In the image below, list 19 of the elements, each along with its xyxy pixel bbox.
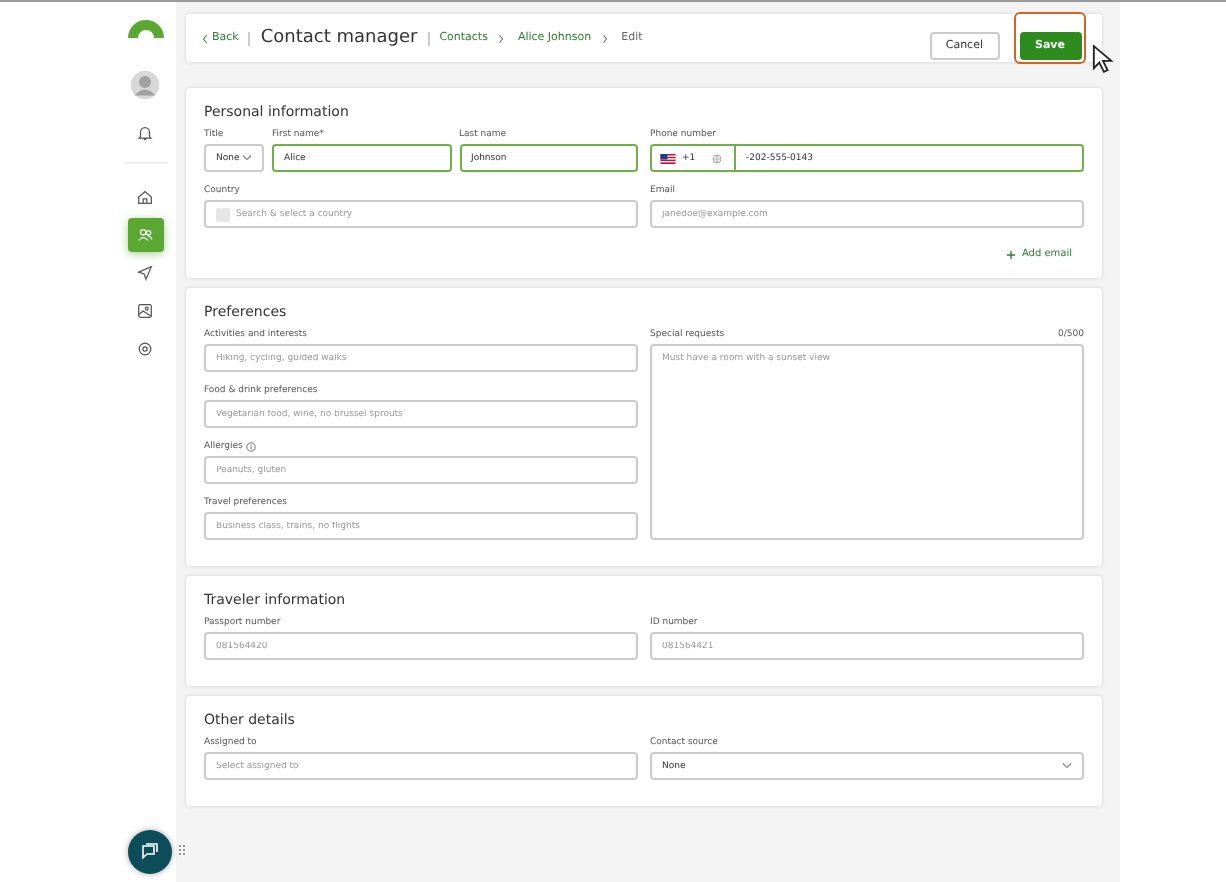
caret-icon — [1062, 762, 1072, 770]
people-icon — [136, 226, 154, 244]
globe-icon — [712, 153, 722, 163]
avatar-icon[interactable] — [130, 70, 160, 100]
logo-icon — [125, 18, 165, 38]
settings-icon — [136, 340, 154, 358]
plus-icon — [1005, 249, 1016, 259]
caret-icon — [242, 154, 252, 162]
chevron-icon — [497, 33, 504, 43]
flag-icon — [660, 153, 676, 163]
info-icon[interactable] — [246, 441, 257, 451]
home-icon — [136, 188, 154, 206]
notification-icon[interactable] — [136, 124, 154, 142]
chevron-icon — [601, 33, 608, 43]
image-icon — [136, 302, 154, 320]
page-title: Contact manager — [260, 28, 418, 48]
chevron-left-icon — [202, 33, 208, 43]
chat-icon — [140, 842, 160, 862]
send-icon — [136, 264, 154, 282]
